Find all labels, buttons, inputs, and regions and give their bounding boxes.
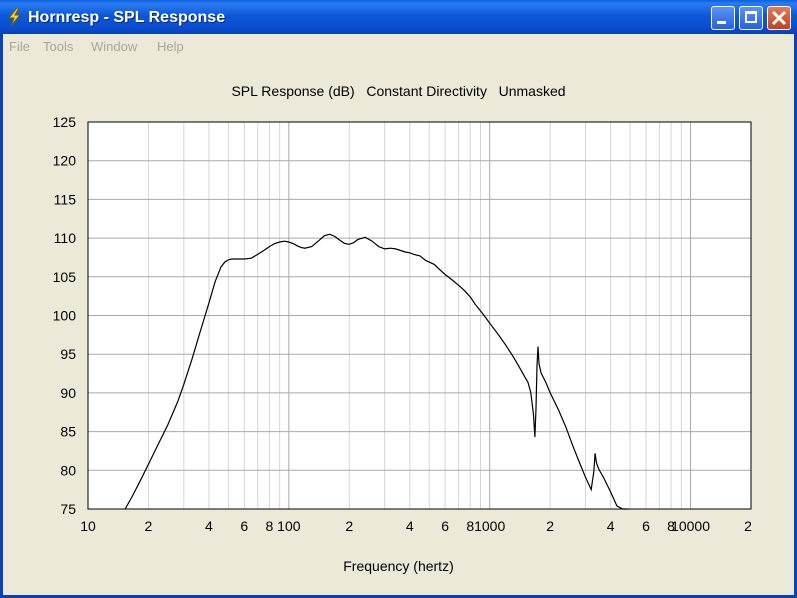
spl-chart: 7580859095100105110115120125 10 2 4 6 8 100 2 4… xyxy=(53,114,752,534)
x-tick-label: 10 xyxy=(80,518,96,534)
y-tick-label: 115 xyxy=(54,191,77,207)
y-tick-label: 75 xyxy=(60,501,76,517)
y-tick-label: 80 xyxy=(60,462,76,478)
x-tick-label: 4 xyxy=(205,518,213,534)
y-tick-label: 85 xyxy=(60,424,76,440)
x-tick-label: 2 xyxy=(546,518,554,534)
x-tick-label: 2 xyxy=(345,518,353,534)
x-tick-label: 8 xyxy=(265,518,273,534)
y-tick-label: 110 xyxy=(54,230,77,246)
x-tick-labels: 10 2 4 6 8 100 2 4 6 8 1000 2 4 6 810000 2 xyxy=(80,518,752,534)
x-tick-label: 4 xyxy=(406,518,414,534)
x-tick-label: 10000 xyxy=(671,518,710,534)
x-tick-label: 2 xyxy=(744,518,752,534)
x-axis-label: Frequency (hertz) xyxy=(343,558,454,574)
y-tick-labels: 75 80 85 90 95 100 105 110 115 120 125 xyxy=(53,114,77,517)
y-tick-label: 105 xyxy=(53,269,77,285)
x-tick-label: 6 xyxy=(441,518,449,534)
y-tick-label: 90 xyxy=(60,385,76,401)
x-tick-label: 100 xyxy=(277,518,301,534)
y-tick-label: 100 xyxy=(53,308,77,324)
y-tick-label: 120 xyxy=(53,153,77,169)
y-tick-label: 125 xyxy=(53,114,77,130)
x-tick-label: 4 xyxy=(607,518,615,534)
x-tick-label: 2 xyxy=(145,518,153,534)
x-tick-label: 6 xyxy=(642,518,650,534)
x-tick-label: 1000 xyxy=(474,518,505,534)
y-tick-label: 95 xyxy=(60,346,76,362)
grid-lines xyxy=(88,122,751,509)
x-tick-label: 6 xyxy=(240,518,248,534)
